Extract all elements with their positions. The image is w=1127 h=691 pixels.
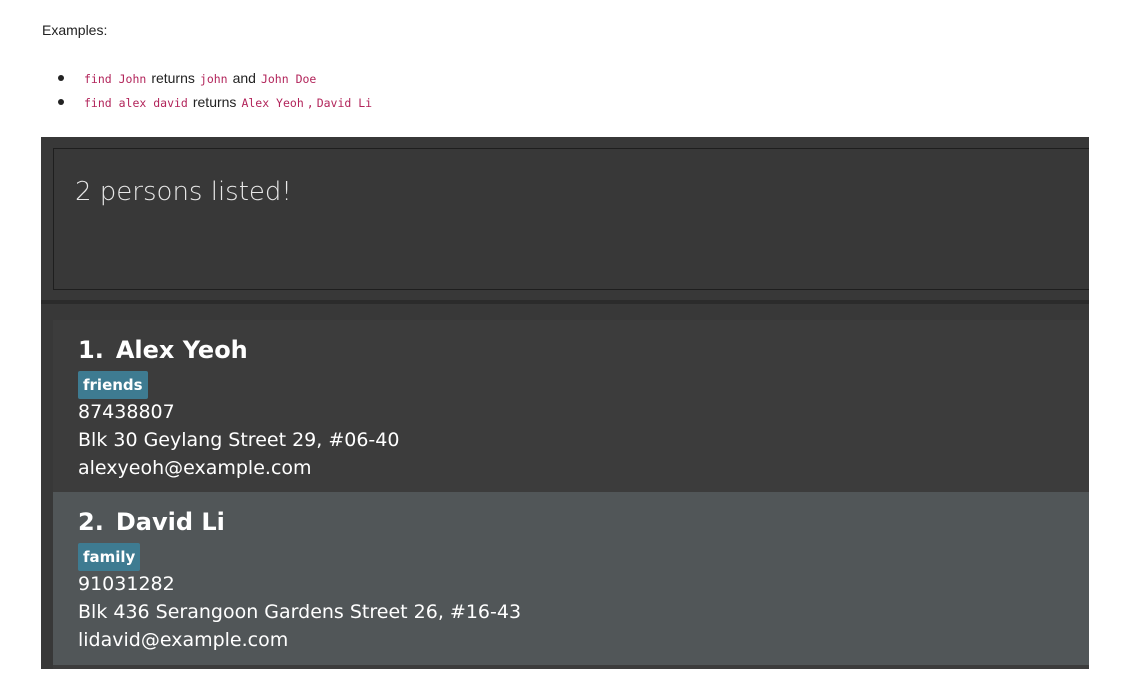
person-tag: family (78, 543, 141, 571)
person-name: 1. Alex Yeoh (78, 336, 248, 364)
example-joiner: , (306, 96, 314, 110)
panel-divider (41, 300, 1089, 304)
person-email: alexyeoh@example.com (78, 457, 312, 479)
person-phone: 87438807 (78, 401, 175, 423)
example-verb: returns (192, 94, 237, 110)
bullet-icon (58, 99, 64, 105)
documentation-section: Examples: find John returns john and John Do… (0, 0, 1127, 137)
person-address: Blk 436 Serangoon Gardens Street 26, #16… (78, 601, 522, 623)
person-index: 1. (78, 336, 104, 364)
result-message: 2 persons listed! (75, 177, 292, 207)
person-name-text: David Li (115, 508, 225, 536)
example-result: John Doe (260, 72, 317, 86)
result-display: 2 persons listed! (53, 148, 1089, 290)
example-result: john (199, 72, 228, 86)
person-list: 1. Alex Yeoh friends 87438807 Blk 30 Geyl… (53, 320, 1089, 669)
example-joiner: and (232, 70, 256, 86)
person-email: lidavid@example.com (78, 629, 289, 651)
person-address: Blk 30 Geylang Street 29, #06-40 (78, 429, 400, 451)
person-phone: 91031282 (78, 573, 175, 595)
example-item: find alex david returns Alex Yeoh, David Li (58, 90, 372, 114)
person-index: 2. (78, 508, 104, 536)
person-name-text: Alex Yeoh (115, 336, 248, 364)
person-tag: friends (78, 371, 148, 399)
person-name: 2. David Li (78, 508, 225, 536)
examples-list: find John returns john and John Doe find ale… (58, 66, 372, 114)
example-command: find alex david (84, 96, 188, 110)
example-result: David Li (316, 96, 373, 110)
example-command: find John (84, 72, 147, 86)
example-verb: returns (151, 70, 195, 86)
example-item: find John returns john and John Doe (58, 66, 372, 90)
examples-label: Examples: (42, 22, 108, 38)
person-card[interactable]: 1. Alex Yeoh friends 87438807 Blk 30 Geyl… (53, 320, 1089, 493)
bullet-icon (58, 75, 64, 81)
example-result: Alex Yeoh (241, 96, 304, 110)
app-screenshot: 2 persons listed! 1. Alex Yeoh friends 87… (41, 137, 1089, 669)
person-card[interactable]: 2. David Li family 91031282 Blk 436 Seran… (53, 492, 1089, 665)
